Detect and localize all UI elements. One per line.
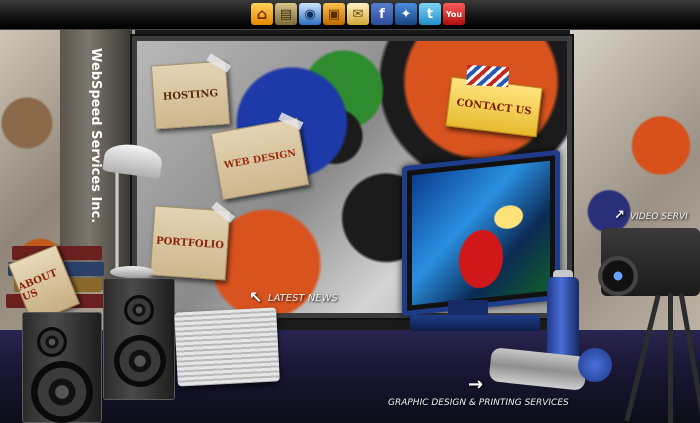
nav-web-design-label: WEB DESIGN bbox=[223, 147, 297, 171]
icon-nav: ⌂ ▤ ◉ ▣ ✉ f ✦ t You bbox=[251, 3, 465, 25]
latest-news-link[interactable]: LATEST NEWS bbox=[268, 293, 338, 304]
home-icon[interactable]: ⌂ bbox=[251, 3, 273, 25]
desk-lamp-pole bbox=[115, 168, 119, 268]
arrow-up-left-icon: ↖ bbox=[249, 288, 263, 307]
sports-car-image bbox=[412, 160, 550, 306]
arrow-up-right-icon: ↗ bbox=[614, 208, 625, 223]
monitor-stand bbox=[410, 315, 540, 331]
nav-portfolio-note[interactable]: PORTFOLIO bbox=[149, 201, 236, 281]
speaker-woofer bbox=[31, 361, 93, 423]
left-speaker bbox=[22, 312, 102, 423]
nav-hosting-note[interactable]: HOSTING bbox=[150, 53, 232, 130]
stamp-icon bbox=[466, 64, 510, 88]
film-icon[interactable]: ▤ bbox=[275, 3, 297, 25]
camera-lens bbox=[598, 256, 638, 296]
myspace-icon[interactable]: ✦ bbox=[395, 3, 417, 25]
graphic-design-printing-link[interactable]: GRAPHIC DESIGN & PRINTING SERVICES bbox=[388, 398, 569, 408]
speaker-woofer bbox=[114, 335, 166, 387]
speaker-tweeter bbox=[37, 327, 67, 357]
top-icon-bar: ⌂ ▤ ◉ ▣ ✉ f ✦ t You bbox=[0, 0, 700, 30]
briefcase-icon[interactable]: ▣ bbox=[323, 3, 345, 25]
database-icon[interactable]: ◉ bbox=[299, 3, 321, 25]
mail-icon[interactable]: ✉ bbox=[347, 3, 369, 25]
brand-name: WebSpeed Services Inc. bbox=[88, 48, 103, 224]
tripod-leg bbox=[668, 293, 673, 423]
twitter-icon[interactable]: t bbox=[419, 3, 441, 25]
nav-contact-us-label: CONTACT US bbox=[455, 96, 533, 118]
nav-about-us-label: ABOUT US bbox=[16, 267, 60, 304]
right-speaker bbox=[103, 278, 175, 400]
newspaper-stack bbox=[174, 307, 280, 387]
nav-portfolio-label: PORTFOLIO bbox=[155, 235, 225, 251]
studio-scene: WebSpeed Services Inc. HOSTING WEB DESIG… bbox=[0, 30, 700, 423]
right-wall bbox=[570, 30, 700, 360]
video-services-link[interactable]: VIDEO SERVI bbox=[630, 212, 688, 222]
desk-lamp-base bbox=[110, 266, 154, 278]
nav-hosting-label: HOSTING bbox=[162, 87, 219, 103]
facebook-icon[interactable]: f bbox=[371, 3, 393, 25]
speaker-tweeter bbox=[124, 295, 154, 325]
youtube-icon[interactable]: You bbox=[443, 3, 465, 25]
arrow-right-icon: → bbox=[468, 374, 484, 395]
spray-can-lying-cap bbox=[578, 348, 612, 382]
monitor-screen[interactable] bbox=[402, 149, 560, 317]
